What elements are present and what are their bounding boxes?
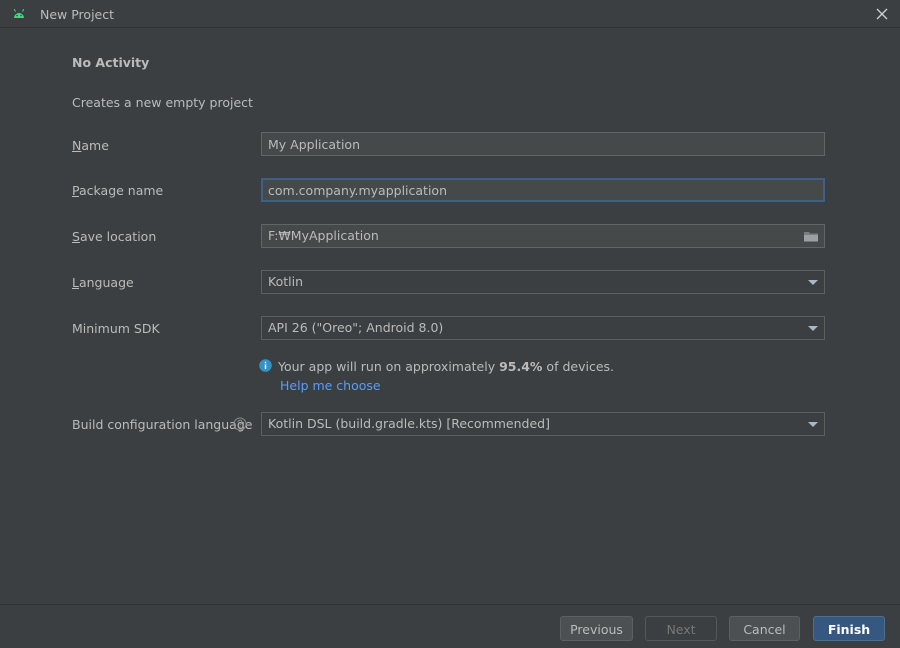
previous-button[interactable]: Previous — [560, 616, 633, 641]
close-icon[interactable] — [872, 4, 892, 24]
min-sdk-dropdown[interactable]: API 26 ("Oreo"; Android 8.0) — [261, 316, 825, 340]
language-label-mnemonic: L — [72, 275, 79, 290]
save-label-rest: ave location — [79, 229, 157, 244]
sdk-coverage-after: of devices. — [542, 359, 614, 374]
chevron-down-icon — [808, 422, 818, 427]
finish-button[interactable]: Finish — [813, 616, 885, 641]
template-description: Creates a new empty project — [72, 95, 253, 110]
language-label-rest: anguage — [78, 275, 134, 290]
name-label-rest: ame — [81, 138, 109, 153]
sdk-coverage-percent: 95.4% — [499, 359, 543, 374]
package-name-label: Package name — [72, 183, 163, 198]
sdk-coverage-text: Your app will run on approximately 95.4%… — [278, 359, 614, 374]
template-heading: No Activity — [72, 55, 150, 70]
folder-icon[interactable] — [803, 229, 819, 243]
package-label-mnemonic: P — [72, 183, 79, 198]
min-sdk-value: API 26 ("Oreo"; Android 8.0) — [268, 320, 444, 335]
name-label-mnemonic: N — [72, 138, 82, 153]
sdk-coverage-before: Your app will run on approximately — [278, 359, 500, 374]
language-dropdown[interactable]: Kotlin — [261, 270, 825, 294]
package-label-rest: ackage name — [78, 183, 164, 198]
build-config-dropdown[interactable]: Kotlin DSL (build.gradle.kts) [Recommend… — [261, 412, 825, 436]
save-location-label: Save location — [72, 229, 156, 244]
build-config-label: Build configuration language — [72, 417, 253, 432]
chevron-down-icon — [808, 280, 818, 285]
title-bar: New Project — [0, 0, 900, 28]
language-value: Kotlin — [268, 274, 303, 289]
language-label: Language — [72, 275, 134, 290]
save-location-value: F:₩MyApplication — [268, 228, 379, 243]
android-icon — [13, 8, 25, 18]
save-location-field[interactable]: F:₩MyApplication — [261, 224, 825, 248]
window-title: New Project — [40, 7, 115, 22]
save-label-mnemonic: S — [72, 229, 80, 244]
name-input[interactable] — [261, 132, 825, 156]
build-config-value: Kotlin DSL (build.gradle.kts) [Recommend… — [268, 416, 550, 431]
info-icon — [259, 359, 272, 372]
next-button[interactable]: Next — [645, 616, 717, 641]
help-me-choose-link[interactable]: Help me choose — [280, 378, 381, 393]
name-label: Name — [72, 138, 109, 153]
min-sdk-label: Minimum SDK — [72, 321, 160, 336]
cancel-button[interactable]: Cancel — [729, 616, 800, 641]
question-icon[interactable] — [233, 417, 247, 431]
chevron-down-icon — [808, 326, 818, 331]
package-name-input[interactable] — [261, 178, 825, 202]
